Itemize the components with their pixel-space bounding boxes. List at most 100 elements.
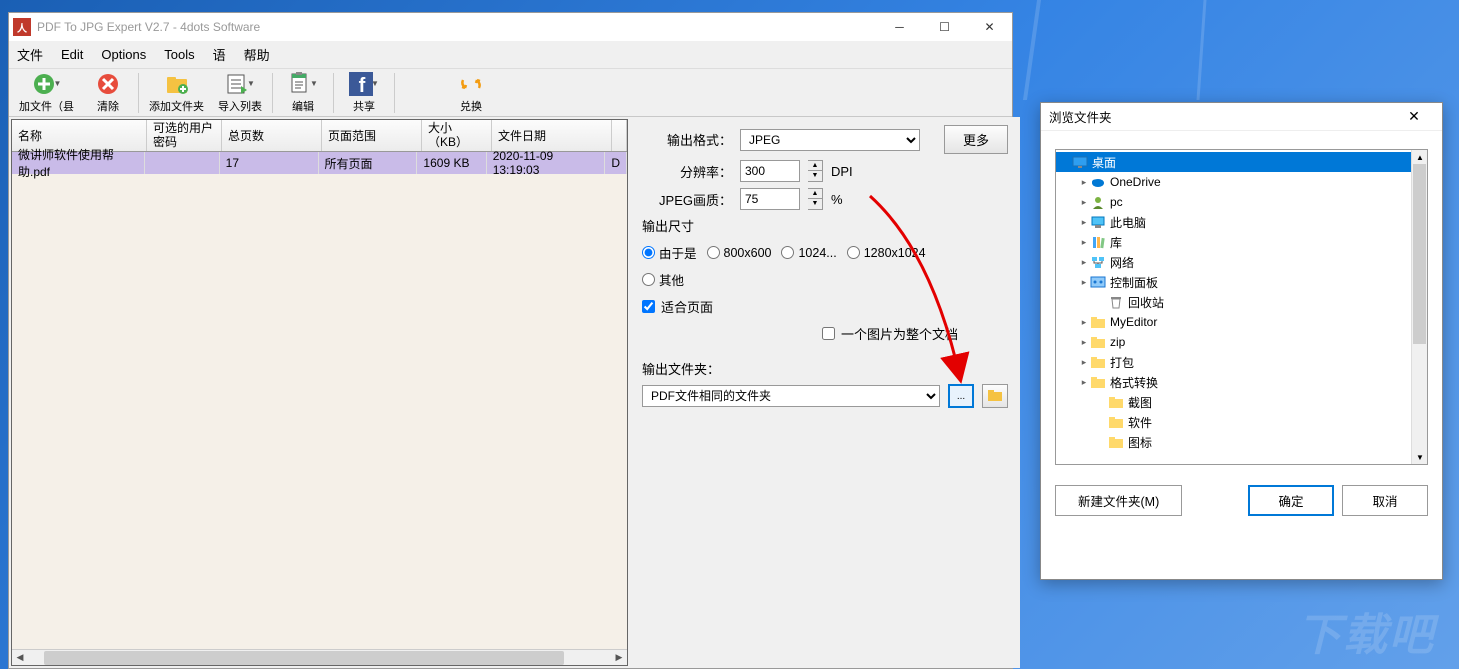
radio-size-1280[interactable]: 1280x1024 (847, 246, 926, 260)
network-icon (1090, 254, 1106, 270)
header-extra[interactable] (612, 120, 627, 151)
tree-item-label: 桌面 (1092, 154, 1116, 171)
tree-item-软件[interactable]: 软件 (1056, 412, 1427, 432)
tree-item-label: 软件 (1128, 414, 1152, 431)
clear-icon (96, 72, 120, 96)
resolution-unit: DPI (831, 164, 853, 179)
tree-item-label: 打包 (1110, 354, 1134, 371)
tree-expander-icon[interactable]: ▸ (1078, 177, 1090, 188)
tree-item-label: MyEditor (1110, 315, 1157, 329)
header-range[interactable]: 页面范围 (322, 120, 422, 151)
share-button[interactable]: f ▼ 共享 (340, 70, 388, 116)
tree-expander-icon[interactable]: ▸ (1078, 357, 1090, 368)
tree-item-OneDrive[interactable]: ▸ OneDrive (1056, 172, 1427, 192)
scroll-up-icon[interactable]: ▲ (1412, 150, 1428, 164)
main-app-window: 人 PDF To JPG Expert V2.7 - 4dots Softwar… (8, 12, 1013, 669)
more-button[interactable]: 更多 (944, 125, 1008, 154)
fit-page-checkbox[interactable]: 适合页面 (642, 297, 1008, 316)
tree-expander-icon[interactable]: ▸ (1078, 337, 1090, 348)
tree-item-网络[interactable]: ▸ 网络 (1056, 252, 1427, 272)
browse-folder-dialog: 浏览文件夹 ✕ 桌面▸OneDrive▸pc▸此电脑▸库▸网络▸控制面板回收站▸… (1040, 102, 1443, 580)
edit-button[interactable]: ▼ 编辑 (279, 70, 327, 116)
scroll-left-icon[interactable]: ◀ (12, 650, 28, 665)
tree-item-回收站[interactable]: 回收站 (1056, 292, 1427, 312)
add-folder-button[interactable]: 添加文件夹 (145, 70, 208, 116)
menu-file[interactable]: 文件 (17, 45, 43, 64)
clear-label: 清除 (97, 98, 119, 114)
tree-expander-icon[interactable]: ▸ (1078, 197, 1090, 208)
tree-item-label: OneDrive (1110, 175, 1161, 189)
header-password[interactable]: 可选的用户密码 (147, 120, 222, 151)
radio-size-asis[interactable]: 由于是 (642, 243, 697, 262)
import-list-button[interactable]: ▼ 导入列表 (214, 70, 266, 116)
add-file-icon (32, 72, 56, 96)
dialog-close-button[interactable]: ✕ (1394, 108, 1434, 125)
tree-item-zip[interactable]: ▸ zip (1056, 332, 1427, 352)
tree-expander-icon[interactable]: ▸ (1078, 317, 1090, 328)
tree-expander-icon[interactable]: ▸ (1078, 277, 1090, 288)
radio-size-1024[interactable]: 1024... (781, 246, 836, 260)
cell-size: 1609 KB (417, 152, 486, 174)
output-format-select[interactable]: JPEG (740, 129, 920, 151)
resolution-spinner[interactable]: ▲▼ (808, 160, 823, 182)
tree-item-pc[interactable]: ▸pc (1056, 192, 1427, 212)
add-file-label: 加文件（县 (19, 98, 74, 114)
radio-size-800[interactable]: 800x600 (707, 246, 772, 260)
open-folder-button[interactable] (982, 384, 1008, 408)
tree-expander-icon[interactable]: ▸ (1078, 237, 1090, 248)
jpeg-quality-input[interactable] (740, 188, 800, 210)
tree-item-库[interactable]: ▸库 (1056, 232, 1427, 252)
close-button[interactable]: ✕ (967, 13, 1012, 41)
menu-language[interactable]: 语 (213, 45, 226, 64)
tree-expander-icon[interactable]: ▸ (1078, 377, 1090, 388)
browse-folder-button[interactable]: ... (948, 384, 974, 408)
jpeg-quality-spinner[interactable]: ▲▼ (808, 188, 823, 210)
header-pages[interactable]: 总页数 (222, 120, 322, 151)
horizontal-scrollbar[interactable]: ◀ ▶ (12, 649, 627, 665)
menu-options[interactable]: Options (101, 47, 146, 62)
tree-item-控制面板[interactable]: ▸控制面板 (1056, 272, 1427, 292)
cancel-button[interactable]: 取消 (1342, 485, 1428, 516)
tree-item-MyEditor[interactable]: ▸ MyEditor (1056, 312, 1427, 332)
tree-item-label: 图标 (1128, 434, 1152, 451)
one-image-checkbox[interactable]: 一个图片为整个文档 (822, 324, 1008, 343)
minimize-button[interactable]: ─ (877, 13, 922, 41)
tree-item-图标[interactable]: 图标 (1056, 432, 1427, 452)
menu-edit[interactable]: Edit (61, 47, 83, 62)
folder-icon (1108, 414, 1124, 430)
cell-extra: D (605, 152, 627, 174)
resolution-input[interactable] (740, 160, 800, 182)
tree-item-格式转换[interactable]: ▸格式转换 (1056, 372, 1427, 392)
scroll-thumb[interactable] (44, 651, 564, 665)
ok-button[interactable]: 确定 (1248, 485, 1334, 516)
tree-item-截图[interactable]: 截图 (1056, 392, 1427, 412)
menu-tools[interactable]: Tools (164, 47, 194, 62)
tree-item-label: zip (1110, 335, 1125, 349)
edit-label: 编辑 (292, 98, 314, 114)
vertical-scrollbar[interactable]: ▲ ▼ (1411, 150, 1427, 464)
new-folder-button[interactable]: 新建文件夹(M) (1055, 485, 1182, 516)
library-icon (1090, 234, 1106, 250)
convert-button[interactable]: 兑换 (447, 70, 495, 116)
jpeg-quality-unit: % (831, 192, 843, 207)
tree-item-此电脑[interactable]: ▸此电脑 (1056, 212, 1427, 232)
scroll-right-icon[interactable]: ▶ (611, 650, 627, 665)
scroll-down-icon[interactable]: ▼ (1412, 450, 1428, 464)
table-row[interactable]: 微讲师软件使用帮助.pdf 17 所有页面 1609 KB 2020-11-09… (12, 152, 627, 174)
share-label: 共享 (353, 98, 375, 114)
output-folder-select[interactable]: PDF文件相同的文件夹 (642, 385, 940, 407)
menu-help[interactable]: 帮助 (244, 45, 270, 64)
header-date[interactable]: 文件日期 (492, 120, 612, 151)
tree-expander-icon[interactable]: ▸ (1078, 217, 1090, 228)
header-size[interactable]: 大小（KB） (422, 120, 492, 151)
scroll-thumb[interactable] (1413, 164, 1426, 344)
output-folder-label: 输出文件夹： (642, 359, 1008, 378)
tree-expander-icon[interactable]: ▸ (1078, 257, 1090, 268)
tree-item-桌面[interactable]: 桌面 (1056, 152, 1427, 172)
add-file-button[interactable]: ▼ 加文件（县 (15, 70, 78, 116)
clear-button[interactable]: 清除 (84, 70, 132, 116)
radio-size-other[interactable]: 其他 (642, 270, 684, 289)
maximize-button[interactable]: ☐ (922, 13, 967, 41)
tree-item-label: 网络 (1110, 254, 1134, 271)
tree-item-打包[interactable]: ▸ 打包 (1056, 352, 1427, 372)
